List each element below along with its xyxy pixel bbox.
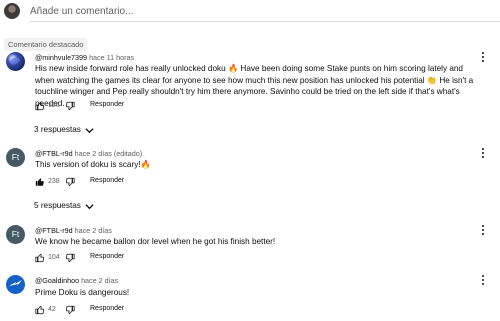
like-count: 238: [48, 178, 60, 185]
arrow-logo-icon: [9, 280, 22, 286]
reply-button[interactable]: Responder: [90, 253, 124, 260]
thumbs-up-icon[interactable]: [35, 305, 45, 315]
thumbs-up-icon[interactable]: [35, 101, 45, 111]
like-count: 126: [48, 102, 60, 109]
view-replies-button[interactable]: 5 respuestas: [34, 201, 94, 213]
thumbs-down-icon[interactable]: [65, 101, 75, 111]
comment-time[interactable]: hace 2 días (editado): [75, 149, 143, 158]
reply-button[interactable]: Responder: [90, 101, 124, 108]
replies-count: 5 respuestas: [34, 201, 81, 210]
comment-header: @FTBL-r9d hace 2 días (editado): [35, 149, 142, 158]
avatar[interactable]: [6, 52, 25, 71]
thumbs-up-filled-icon[interactable]: [35, 177, 45, 187]
more-options-icon[interactable]: [481, 225, 485, 237]
avatar[interactable]: Ft: [6, 225, 25, 244]
comment-input-underline: [30, 21, 500, 22]
more-options-icon[interactable]: [481, 148, 485, 160]
comment-time[interactable]: hace 2 días: [75, 226, 112, 235]
thumbs-down-icon[interactable]: [65, 177, 75, 187]
avatar[interactable]: Ft: [6, 148, 25, 167]
comment-text: Prime Doku is dangerous!: [35, 288, 130, 297]
replies-count: 3 respuestas: [34, 125, 81, 134]
comment-input[interactable]: Añade un comentario...: [30, 6, 133, 17]
comment-author[interactable]: @FTBL-r9d: [35, 149, 73, 158]
comment-author[interactable]: @minhvule7399: [35, 53, 87, 62]
comment-text: We know he became ballon dor level when …: [35, 237, 276, 246]
featured-comment-badge: Comentario destacado: [4, 38, 88, 51]
thumbs-down-icon[interactable]: [65, 253, 75, 263]
comment-text: This version of doku is scary!🔥: [35, 160, 151, 169]
comment-header: @minhvule7399 hace 11 horas: [35, 53, 134, 62]
like-count: 104: [48, 254, 60, 261]
reply-button[interactable]: Responder: [90, 305, 124, 312]
avatar[interactable]: [6, 275, 25, 294]
comment-time[interactable]: hace 11 horas: [89, 53, 134, 62]
comment-author[interactable]: @FTBL-r9d: [35, 226, 73, 235]
comment-time[interactable]: hace 2 días: [81, 276, 118, 285]
add-comment-row: Añade un comentario...: [0, 0, 500, 24]
comment-author[interactable]: @Goaldinhoo: [35, 276, 79, 285]
comment-header: @FTBL-r9d hace 2 días: [35, 226, 112, 235]
chevron-down-icon: [85, 204, 94, 210]
like-count: 42: [48, 306, 56, 313]
thumbs-up-icon[interactable]: [35, 253, 45, 263]
comment-header: @Goaldinhoo hace 2 días: [35, 276, 118, 285]
chevron-down-icon: [85, 128, 94, 134]
more-options-icon[interactable]: [481, 275, 485, 287]
reply-button[interactable]: Responder: [90, 177, 124, 184]
thumbs-down-icon[interactable]: [65, 305, 75, 315]
more-options-icon[interactable]: [481, 52, 485, 64]
view-replies-button[interactable]: 3 respuestas: [34, 125, 94, 137]
user-avatar[interactable]: [4, 3, 20, 19]
